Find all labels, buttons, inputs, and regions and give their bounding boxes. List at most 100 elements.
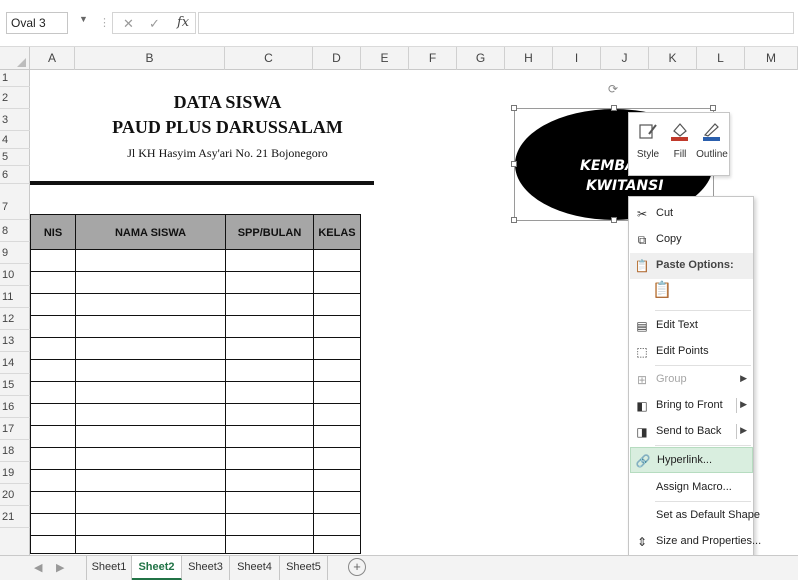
tab-sheet4[interactable]: Sheet4 [230, 556, 280, 580]
table-nis-cell[interactable] [30, 536, 76, 554]
resize-handle-w[interactable] [511, 161, 517, 167]
row-header-14[interactable]: 14 [0, 352, 30, 374]
row-header-8[interactable]: 8 [0, 220, 30, 242]
row-header-18[interactable]: 18 [0, 440, 30, 462]
table-header-spp-bulan[interactable]: SPP/BULAN [225, 214, 314, 250]
name-box[interactable]: Oval 3 [6, 12, 68, 34]
row-header-1[interactable]: 1 [0, 70, 30, 87]
rotate-handle-icon[interactable]: ⟳ [608, 82, 618, 96]
table-kelas-cell[interactable] [313, 536, 361, 554]
table-spp-bulan-cell[interactable] [225, 360, 314, 382]
row-header-5[interactable]: 5 [0, 149, 30, 166]
table-kelas-cell[interactable] [313, 470, 361, 492]
submenu-arrow-icon[interactable]: ▶ [740, 399, 747, 410]
column-header-h[interactable]: H [505, 47, 553, 70]
table-nama-siswa-cell[interactable] [75, 404, 226, 426]
table-spp-bulan-cell[interactable] [225, 404, 314, 426]
table-spp-bulan-cell[interactable] [225, 514, 314, 536]
table-spp-bulan-cell[interactable] [225, 426, 314, 448]
row-header-20[interactable]: 20 [0, 484, 30, 506]
table-nama-siswa-cell[interactable] [75, 316, 226, 338]
column-header-k[interactable]: K [649, 47, 697, 70]
table-nis-cell[interactable] [30, 492, 76, 514]
column-header-e[interactable]: E [361, 47, 409, 70]
shape-style-button[interactable]: Style [632, 117, 664, 173]
row-header-10[interactable]: 10 [0, 264, 30, 286]
table-kelas-cell[interactable] [313, 338, 361, 360]
table-nis-cell[interactable] [30, 250, 76, 272]
menu-item-cut[interactable]: ✂ Cut [630, 201, 753, 227]
row-header-9[interactable]: 9 [0, 242, 30, 264]
table-nama-siswa-cell[interactable] [75, 536, 226, 554]
tab-sheet5[interactable]: Sheet5 [280, 556, 328, 580]
prev-sheet-icon[interactable]: ◀ [34, 561, 42, 574]
table-spp-bulan-cell[interactable] [225, 338, 314, 360]
table-kelas-cell[interactable] [313, 250, 361, 272]
menu-item-group[interactable]: ⊞ Group ▶ [630, 367, 753, 393]
insert-function-icon[interactable]: fx [177, 15, 189, 30]
menu-item-edit-points[interactable]: ⬚ Edit Points [630, 339, 753, 365]
enter-icon[interactable]: ✓ [149, 16, 160, 32]
table-nis-cell[interactable] [30, 470, 76, 492]
shape-outline-button[interactable]: Outline [696, 117, 728, 173]
column-header-m[interactable]: M [745, 47, 798, 70]
row-header-7[interactable]: 7 [0, 184, 30, 220]
table-kelas-cell[interactable] [313, 514, 361, 536]
table-nama-siswa-cell[interactable] [75, 272, 226, 294]
menu-item-edit-text[interactable]: ▤ Edit Text [630, 313, 753, 339]
table-spp-bulan-cell[interactable] [225, 250, 314, 272]
row-header-17[interactable]: 17 [0, 418, 30, 440]
formula-input[interactable] [198, 12, 794, 34]
table-nama-siswa-cell[interactable] [75, 382, 226, 404]
table-nis-cell[interactable] [30, 316, 76, 338]
row-header-19[interactable]: 19 [0, 462, 30, 484]
column-header-i[interactable]: I [553, 47, 601, 70]
tab-sheet3[interactable]: Sheet3 [182, 556, 230, 580]
table-header-nis[interactable]: NIS [30, 214, 76, 250]
row-header-6[interactable]: 6 [0, 166, 30, 184]
menu-item-set-default-shape[interactable]: Set as Default Shape [630, 503, 760, 529]
row-header-15[interactable]: 15 [0, 374, 30, 396]
menu-item-hyperlink[interactable]: 🔗 Hyperlink... [630, 447, 753, 473]
table-header-kelas[interactable]: KELAS [313, 214, 361, 250]
menu-item-paste[interactable]: 📋 [630, 279, 753, 309]
table-kelas-cell[interactable] [313, 294, 361, 316]
name-box-dropdown-icon[interactable]: ▼ [79, 14, 88, 24]
column-header-b[interactable]: B [75, 47, 225, 70]
table-nama-siswa-cell[interactable] [75, 338, 226, 360]
row-header-21[interactable]: 21 [0, 506, 30, 528]
table-spp-bulan-cell[interactable] [225, 382, 314, 404]
table-nama-siswa-cell[interactable] [75, 470, 226, 492]
row-header-4[interactable]: 4 [0, 131, 30, 149]
column-header-a[interactable]: A [30, 47, 75, 70]
table-nis-cell[interactable] [30, 404, 76, 426]
table-nama-siswa-cell[interactable] [75, 448, 226, 470]
shape-fill-button[interactable]: Fill [664, 117, 696, 173]
menu-item-size-properties[interactable]: ⇕ Size and Properties... [630, 529, 761, 555]
table-nis-cell[interactable] [30, 294, 76, 316]
table-kelas-cell[interactable] [313, 360, 361, 382]
table-nama-siswa-cell[interactable] [75, 426, 226, 448]
row-header-13[interactable]: 13 [0, 330, 30, 352]
table-spp-bulan-cell[interactable] [225, 294, 314, 316]
table-header-nama-siswa[interactable]: NAMA SISWA [75, 214, 226, 250]
row-header-16[interactable]: 16 [0, 396, 30, 418]
column-header-j[interactable]: J [601, 47, 649, 70]
table-nama-siswa-cell[interactable] [75, 250, 226, 272]
resize-handle-nw[interactable] [511, 105, 517, 111]
table-nis-cell[interactable] [30, 426, 76, 448]
table-spp-bulan-cell[interactable] [225, 272, 314, 294]
table-kelas-cell[interactable] [313, 272, 361, 294]
table-kelas-cell[interactable] [313, 316, 361, 338]
table-nis-cell[interactable] [30, 272, 76, 294]
table-nama-siswa-cell[interactable] [75, 360, 226, 382]
resize-handle-s[interactable] [611, 217, 617, 223]
menu-item-send-to-back[interactable]: ◨ Send to Back ▶ [630, 419, 753, 445]
row-header-12[interactable]: 12 [0, 308, 30, 330]
resize-handle-ne[interactable] [710, 105, 716, 111]
resize-handle-n[interactable] [611, 105, 617, 111]
table-kelas-cell[interactable] [313, 426, 361, 448]
row-header-11[interactable]: 11 [0, 286, 30, 308]
add-sheet-icon[interactable]: + [348, 558, 366, 576]
menu-item-copy[interactable]: ⧉ Copy [630, 227, 753, 253]
